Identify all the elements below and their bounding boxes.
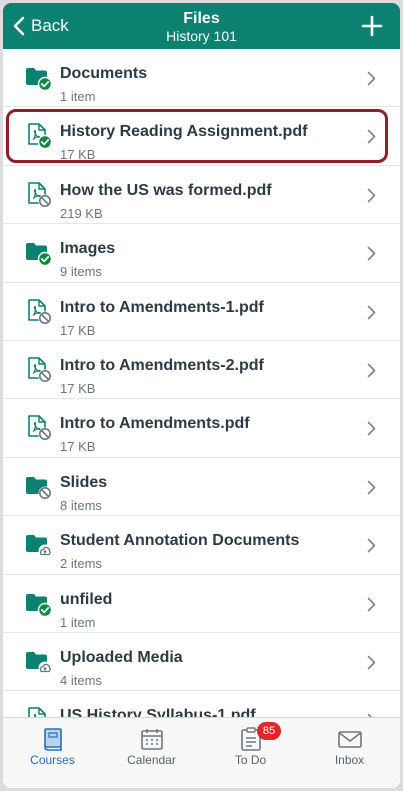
item-name: Documents bbox=[60, 65, 148, 82]
unpublished-icon bbox=[38, 486, 52, 500]
calendar-icon bbox=[141, 729, 163, 750]
folder-icon bbox=[26, 535, 52, 558]
file-row[interactable]: US History Syllabus-1.pdf bbox=[3, 691, 400, 717]
restricted-cloud-icon bbox=[38, 544, 52, 558]
item-meta: 9 items bbox=[60, 264, 102, 280]
file-row[interactable]: History Reading Assignment.pdf 17 KB bbox=[3, 107, 400, 166]
pdf-file-icon bbox=[28, 181, 52, 208]
item-name: How the US was formed.pdf bbox=[60, 181, 272, 199]
restricted-cloud-icon bbox=[38, 661, 52, 675]
tab-courses[interactable]: Courses bbox=[3, 718, 102, 788]
chevron-right-icon bbox=[367, 422, 376, 436]
subtitle-text: History 101 bbox=[166, 28, 237, 44]
item-name: Uploaded Media bbox=[60, 648, 183, 666]
unpublished-icon bbox=[38, 427, 52, 441]
item-meta: 17 KB bbox=[60, 322, 96, 338]
unpublished-icon bbox=[38, 311, 52, 325]
item-name: Slides bbox=[60, 473, 108, 491]
pdf-file-icon bbox=[28, 123, 52, 150]
title-text: Files bbox=[183, 10, 220, 27]
chevron-right-icon bbox=[367, 480, 376, 495]
chevron-right-icon bbox=[367, 363, 376, 378]
item-name: Intro to Amendments-1.pdf bbox=[60, 298, 264, 316]
phone-screen: Back Files History 101 Documents 1 item bbox=[3, 3, 400, 788]
item-name: US History Syllabus-1.pdf bbox=[60, 707, 256, 717]
todo-count-badge: 85 bbox=[257, 722, 281, 740]
folder-icon bbox=[26, 476, 52, 500]
courses-icon bbox=[44, 728, 62, 751]
item-meta: 219 KB bbox=[60, 205, 103, 221]
folder-row[interactable]: Images 9 items bbox=[3, 224, 400, 283]
item-name: unfiled bbox=[60, 590, 113, 608]
tab-to-do[interactable]: 85 To Do bbox=[201, 718, 300, 788]
inbox-icon bbox=[338, 731, 362, 748]
tab-label: Inbox bbox=[334, 753, 365, 767]
item-name: Intro to Amendments-2.pdf bbox=[60, 356, 264, 374]
plus-icon[interactable] bbox=[360, 14, 384, 38]
published-check-icon bbox=[37, 135, 52, 150]
item-meta: 17 KB bbox=[60, 380, 96, 396]
published-check-icon bbox=[37, 602, 52, 617]
chevron-right-icon bbox=[367, 538, 376, 553]
folder-row[interactable]: Uploaded Media 4 items bbox=[3, 633, 400, 692]
chevron-right-icon bbox=[367, 597, 376, 611]
folder-icon bbox=[26, 243, 52, 267]
file-row[interactable]: Intro to Amendments-1.pdf 17 KB bbox=[3, 283, 400, 341]
folder-icon bbox=[26, 593, 52, 617]
pdf-file-icon bbox=[28, 298, 52, 325]
tab-calendar[interactable]: Calendar bbox=[102, 718, 201, 788]
pdf-file-icon bbox=[28, 707, 46, 717]
tab-label: Courses bbox=[30, 753, 75, 767]
published-check-icon bbox=[37, 76, 52, 91]
pdf-file-icon bbox=[28, 415, 52, 441]
page-title: Files History 101 bbox=[3, 10, 400, 45]
folder-row[interactable]: Slides 8 items bbox=[3, 458, 400, 517]
item-meta: 17 KB bbox=[60, 439, 96, 455]
folder-row[interactable]: Documents 1 item bbox=[3, 49, 400, 108]
folder-icon bbox=[26, 651, 52, 675]
item-name: Images bbox=[60, 240, 116, 258]
folder-icon bbox=[26, 68, 52, 91]
pdf-file-icon bbox=[28, 357, 52, 383]
item-meta: 17 KB bbox=[60, 147, 96, 163]
chevron-right-icon bbox=[367, 130, 376, 144]
file-row[interactable]: Intro to Amendments-2.pdf 17 KB bbox=[3, 341, 400, 400]
tab-bar: Courses Calendar 85 To Do Inbox bbox=[3, 717, 400, 788]
item-name: History Reading Assignment.pdf bbox=[60, 123, 308, 141]
item-name: Student Annotation Documents bbox=[60, 532, 300, 550]
item-meta: 2 items bbox=[60, 556, 102, 572]
folder-row[interactable]: unfiled 1 item bbox=[3, 575, 400, 633]
file-list: Documents 1 item History Reading Assignm… bbox=[3, 49, 400, 717]
unpublished-icon bbox=[38, 369, 52, 383]
chevron-right-icon bbox=[367, 246, 376, 261]
chevron-right-icon bbox=[367, 188, 376, 203]
item-meta: 8 items bbox=[60, 497, 102, 513]
published-check-icon bbox=[37, 251, 52, 267]
file-row[interactable]: Intro to Amendments.pdf 17 KB bbox=[3, 399, 400, 458]
folder-row[interactable]: Student Annotation Documents 2 items bbox=[3, 516, 400, 575]
tab-inbox[interactable]: Inbox bbox=[300, 718, 399, 788]
chevron-right-icon bbox=[367, 305, 376, 319]
tab-label: Calendar bbox=[127, 753, 176, 767]
item-meta: 1 item bbox=[60, 614, 96, 630]
file-row[interactable]: How the US was formed.pdf 219 KB bbox=[3, 166, 400, 225]
item-meta: 1 item bbox=[60, 89, 96, 104]
navigation-bar: Back Files History 101 bbox=[3, 3, 400, 49]
chevron-right-icon bbox=[367, 71, 376, 86]
item-meta: 4 items bbox=[60, 672, 102, 688]
tab-label: To Do bbox=[234, 753, 267, 767]
item-name: Intro to Amendments.pdf bbox=[60, 415, 250, 433]
chevron-right-icon bbox=[367, 655, 376, 670]
unpublished-icon bbox=[38, 194, 52, 208]
